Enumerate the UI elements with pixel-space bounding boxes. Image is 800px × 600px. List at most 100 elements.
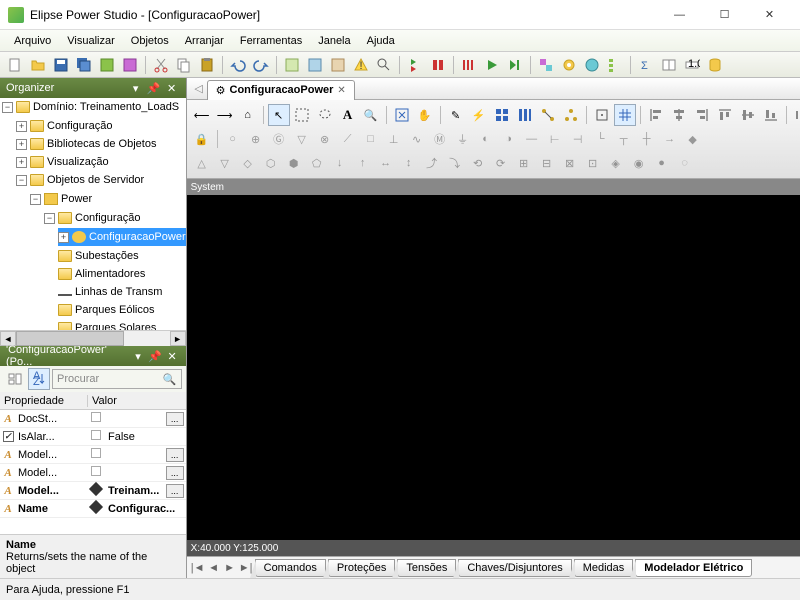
load-icon[interactable]: ▽ xyxy=(291,128,313,150)
property-row[interactable]: AModel...... xyxy=(0,464,186,482)
undo-icon[interactable] xyxy=(227,54,249,76)
find-icon[interactable] xyxy=(373,54,395,76)
tree-hscroll[interactable]: ◄ ► xyxy=(0,330,186,346)
play-icon[interactable] xyxy=(481,54,503,76)
canvas[interactable] xyxy=(187,195,800,540)
bottom-tab-comandos[interactable]: Comandos xyxy=(255,559,326,577)
warning-icon[interactable]: ! xyxy=(350,54,372,76)
open-icon[interactable] xyxy=(27,54,49,76)
menu-janela[interactable]: Janela xyxy=(312,33,356,49)
el-9-icon[interactable]: ↔ xyxy=(375,152,397,174)
brk-icon[interactable]: □ xyxy=(360,128,382,150)
ellipsis-button[interactable]: ... xyxy=(166,466,184,480)
tab-close-icon[interactable]: ✕ xyxy=(337,85,345,96)
pan-icon[interactable]: ✋ xyxy=(414,104,436,126)
book-icon[interactable] xyxy=(658,54,680,76)
edit-icon[interactable]: ✎ xyxy=(445,104,467,126)
sigma-icon[interactable]: Σ xyxy=(635,54,657,76)
btab-prev-icon[interactable]: ◄ xyxy=(207,562,221,574)
node-icon[interactable] xyxy=(560,104,582,126)
align-right-icon[interactable] xyxy=(691,104,713,126)
dist-h-icon[interactable] xyxy=(791,104,800,126)
text-icon[interactable]: A xyxy=(337,104,359,126)
el-14-icon[interactable]: ⟳ xyxy=(490,152,512,174)
tb-b-icon[interactable] xyxy=(304,54,326,76)
conn-icon[interactable]: ⊢ xyxy=(544,128,566,150)
expander-icon[interactable]: + xyxy=(58,232,69,243)
align-bot-icon[interactable] xyxy=(760,104,782,126)
end-icon[interactable]: ◆ xyxy=(682,128,704,150)
tree-item[interactable]: Bibliotecas de Objetos xyxy=(47,136,156,152)
expander-icon[interactable]: + xyxy=(16,139,27,150)
bolt-icon[interactable]: ⚡ xyxy=(468,104,490,126)
tree-item[interactable]: Power xyxy=(61,191,92,207)
close-button[interactable]: ✕ xyxy=(747,1,792,29)
tree-item[interactable]: Visualização xyxy=(47,154,109,170)
tee-icon[interactable]: ┬ xyxy=(613,128,635,150)
prop-value[interactable]: Treinam... xyxy=(104,485,166,497)
tree-item[interactable]: Parques Solares xyxy=(75,320,156,330)
stop-icon[interactable] xyxy=(427,54,449,76)
expander-icon[interactable]: − xyxy=(30,194,41,205)
prop-value[interactable]: Configurac... xyxy=(104,503,186,515)
connector-icon[interactable] xyxy=(537,104,559,126)
menu-ajuda[interactable]: Ajuda xyxy=(361,33,401,49)
cross-icon[interactable]: ┼ xyxy=(636,128,658,150)
arrow-icon[interactable]: → xyxy=(659,128,681,150)
tb-c-icon[interactable] xyxy=(327,54,349,76)
el-5-icon[interactable]: ⬢ xyxy=(283,152,305,174)
home-icon[interactable]: ⌂ xyxy=(237,104,259,126)
line2-icon[interactable]: — xyxy=(521,128,543,150)
redo-icon[interactable] xyxy=(250,54,272,76)
tb-a-icon[interactable] xyxy=(281,54,303,76)
category-icon[interactable] xyxy=(4,368,26,390)
globe-icon[interactable] xyxy=(581,54,603,76)
expander-icon[interactable]: + xyxy=(16,157,27,168)
red-bars-icon[interactable] xyxy=(458,54,480,76)
el-2-icon[interactable]: ▽ xyxy=(214,152,236,174)
nav-back-icon[interactable]: ⟵ xyxy=(191,104,213,126)
bottom-tab-modeladoreltrico[interactable]: Modelador Elétrico xyxy=(635,559,752,577)
import-icon[interactable] xyxy=(119,54,141,76)
el-19-icon[interactable]: ◈ xyxy=(605,152,627,174)
pt-icon[interactable]: ◑ xyxy=(498,128,520,150)
property-row[interactable]: ADocSt...... xyxy=(0,410,186,428)
organizer-tree[interactable]: −Domínio: Treinamento_LoadS +Configuraçã… xyxy=(0,98,186,330)
align-left-icon[interactable] xyxy=(645,104,667,126)
scroll-thumb[interactable] xyxy=(16,331,124,346)
el-22-icon[interactable]: ◌ xyxy=(674,152,696,174)
el-12-icon[interactable]: ⤵ xyxy=(444,152,466,174)
menu-arquivo[interactable]: Arquivo xyxy=(8,33,57,49)
sw-icon[interactable]: ⟋ xyxy=(337,128,359,150)
ct-icon[interactable]: ◐ xyxy=(475,128,497,150)
run-icon[interactable] xyxy=(404,54,426,76)
el-13-icon[interactable]: ⟲ xyxy=(467,152,489,174)
property-row[interactable]: ANameConfigurac... xyxy=(0,500,186,518)
menu-arranjar[interactable]: Arranjar xyxy=(179,33,230,49)
pin-icon[interactable]: 📌 xyxy=(148,348,163,364)
menu-visualizar[interactable]: Visualizar xyxy=(61,33,121,49)
scale-icon[interactable]: 1.0 xyxy=(681,54,703,76)
search-input[interactable]: Procurar🔍 xyxy=(52,369,182,389)
select-icon[interactable] xyxy=(291,104,313,126)
property-grid[interactable]: PropriedadeValor ADocSt......IsAlar...Fa… xyxy=(0,392,186,534)
chevron-down-icon[interactable]: ▾ xyxy=(130,348,145,364)
saveall-icon[interactable] xyxy=(73,54,95,76)
expander-icon[interactable]: − xyxy=(2,102,13,113)
btab-next-icon[interactable]: ► xyxy=(223,562,237,574)
copy-icon[interactable] xyxy=(173,54,195,76)
tree-icon[interactable] xyxy=(604,54,626,76)
property-row[interactable]: AModel...Treinam...... xyxy=(0,482,186,500)
reac-icon[interactable]: ∿ xyxy=(406,128,428,150)
el-18-icon[interactable]: ⊡ xyxy=(582,152,604,174)
align-mid-icon[interactable] xyxy=(737,104,759,126)
ellipsis-button[interactable]: ... xyxy=(166,448,184,462)
tree-item[interactable]: Objetos de Servidor xyxy=(47,172,144,188)
maximize-button[interactable]: ☐ xyxy=(702,1,747,29)
tree-item-selected[interactable]: ConfiguracaoPower xyxy=(89,229,186,245)
close-panel-icon[interactable]: ✕ xyxy=(165,348,180,364)
cap-icon[interactable]: ⊥ xyxy=(383,128,405,150)
tree-item[interactable]: Linhas de Transm xyxy=(75,284,162,300)
bottom-tab-protees[interactable]: Proteções xyxy=(328,559,396,577)
tree-item[interactable]: Configuração xyxy=(47,118,112,134)
